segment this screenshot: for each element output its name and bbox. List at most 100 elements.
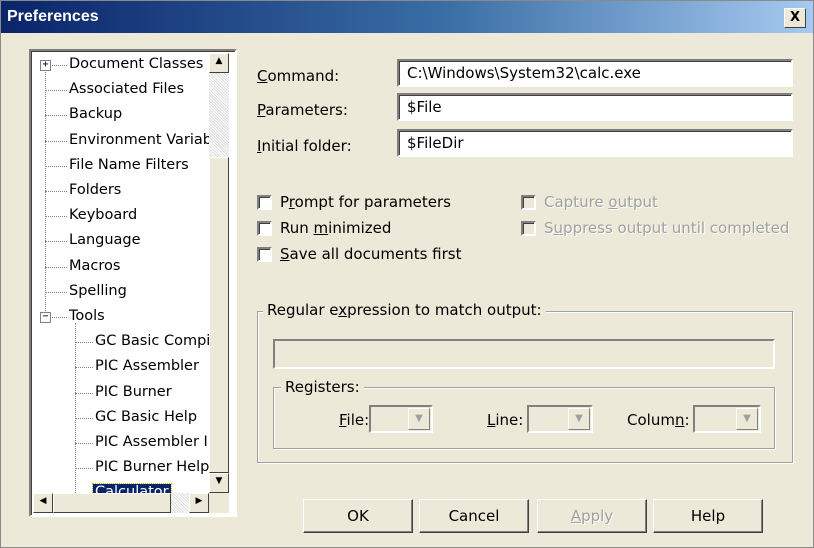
tree-item[interactable]: Environment Variab [67, 129, 214, 153]
window-title: Preferences [7, 8, 99, 25]
command-input[interactable]: C:\Windows\System32\calc.exe [397, 59, 793, 87]
tree-item-label: Macros [69, 257, 121, 274]
tree-item-label: Keyboard [69, 207, 138, 224]
column-register-label: Column: [627, 411, 690, 429]
save-all-documents-checkbox[interactable]: Save all documents first [257, 245, 461, 263]
scroll-left-button[interactable]: ◀ [33, 493, 53, 513]
checkbox-box[interactable] [521, 194, 536, 210]
tree-item[interactable]: Language [67, 229, 143, 253]
tree-item-label: Spelling [69, 282, 127, 299]
tree-connector [45, 291, 67, 293]
tree-connector [45, 115, 67, 117]
tree-connector [45, 241, 67, 243]
apply-button[interactable]: Apply [537, 499, 647, 533]
file-register-label: File: [339, 411, 370, 429]
tree-item-label: Language [69, 232, 141, 249]
tree-connector [45, 67, 46, 319]
collapse-icon[interactable]: − [40, 312, 51, 323]
tree-item-label: Tools [69, 308, 105, 324]
scroll-right-button[interactable]: ▶ [189, 493, 209, 513]
prompt-for-parameters-checkbox[interactable]: Prompt for parameters [257, 193, 451, 211]
tree-connector [75, 468, 93, 470]
tree-connector [75, 417, 93, 419]
suppress-output-checkbox[interactable]: Suppress output until completed [521, 219, 789, 237]
tree-item[interactable]: File Name Filters [67, 154, 191, 178]
file-register-select[interactable]: ▼ [369, 405, 433, 433]
capture-output-checkbox[interactable]: Capture output [521, 193, 658, 211]
tree-item-label: PIC Assembler [95, 358, 199, 375]
checkbox-box[interactable] [521, 220, 536, 236]
cancel-button[interactable]: Cancel [419, 499, 529, 533]
tree-item[interactable]: PIC Burner Help [93, 456, 211, 480]
tree-item[interactable]: Associated Files [67, 78, 186, 102]
tree-connector [45, 140, 67, 142]
tree-connector [45, 266, 67, 268]
tree-connector [45, 165, 67, 167]
chevron-down-icon[interactable]: ▼ [568, 408, 590, 430]
tree-connector [45, 216, 67, 218]
tree-item[interactable]: Spelling [67, 280, 129, 304]
tree-connector [75, 342, 93, 344]
tree-item[interactable]: PIC Burner [93, 381, 174, 405]
horizontal-scroll-track[interactable] [171, 493, 189, 513]
regex-input[interactable] [273, 339, 775, 369]
parameters-input[interactable]: $File [397, 93, 793, 121]
tree-item-label: PIC Burner Help [95, 459, 210, 476]
tree-item-label: Environment Variab [69, 131, 212, 148]
tree-item-label: Associated Files [69, 81, 185, 98]
preferences-dialog: Preferences X Document Classes + Associate… [0, 0, 814, 548]
line-register-label: Line: [487, 411, 524, 429]
expand-icon[interactable]: + [40, 60, 51, 71]
category-tree[interactable]: Document Classes + Associated Files Backup E… [29, 49, 237, 517]
checkbox-label: Save all documents first [280, 245, 462, 263]
help-button[interactable]: Help [653, 499, 763, 533]
tree-item-label: PIC Burner [95, 383, 172, 400]
tree-item-label: GC Basic Compi [95, 333, 211, 350]
tree-item[interactable]: Backup [67, 103, 124, 127]
tree-item-label: Document Classes [69, 56, 204, 72]
tree-item[interactable]: Tools [67, 305, 107, 329]
tree-item[interactable]: PIC Assembler I [93, 431, 210, 455]
horizontal-scroll-thumb[interactable] [53, 493, 171, 513]
checkbox-box[interactable] [257, 194, 272, 210]
tree-item[interactable]: GC Basic Compi [93, 330, 212, 354]
checkbox-label: Prompt for parameters [280, 193, 451, 211]
tree-item[interactable]: PIC Assembler [93, 355, 201, 379]
checkbox-label: Capture output [544, 193, 658, 211]
run-minimized-checkbox[interactable]: Run minimized [257, 219, 391, 237]
chevron-down-icon[interactable]: ▼ [408, 408, 430, 430]
chevron-down-icon[interactable]: ▼ [736, 408, 758, 430]
vertical-scroll-thumb[interactable] [209, 157, 229, 473]
parameters-label: Parameters: [257, 101, 348, 119]
ok-button[interactable]: OK [303, 499, 413, 533]
checkbox-box[interactable] [257, 246, 272, 262]
tree-item[interactable]: GC Basic Help [93, 406, 199, 430]
title-bar[interactable]: Preferences X [1, 1, 813, 33]
tree-item[interactable]: Document Classes [67, 53, 205, 77]
tree-item-label: Backup [69, 106, 123, 123]
initial-folder-label: Initial folder: [257, 137, 352, 155]
checkbox-label: Suppress output until completed [544, 219, 790, 237]
close-button[interactable]: X [784, 8, 806, 28]
checkbox-box[interactable] [257, 220, 272, 236]
column-register-select[interactable]: ▼ [693, 405, 761, 433]
line-register-select[interactable]: ▼ [527, 405, 593, 433]
scroll-up-button[interactable]: ▲ [209, 53, 229, 73]
scroll-down-button[interactable]: ▼ [209, 473, 229, 493]
regex-group-label: Regular expression to match output: [263, 301, 546, 319]
tree-item-label: Folders [69, 182, 122, 198]
tree-item-label: File Name Filters [69, 156, 189, 173]
registers-label: Registers: [281, 378, 364, 396]
initial-folder-input[interactable]: $FileDir [397, 129, 793, 157]
tree-connector [45, 191, 67, 192]
tree-connector [75, 367, 93, 369]
tree-item[interactable]: Keyboard [67, 204, 139, 228]
tree-connector [45, 90, 67, 92]
tree-item-label: GC Basic Help [95, 408, 198, 425]
checkbox-label: Run minimized [280, 219, 392, 237]
tree-item[interactable]: Folders [67, 179, 123, 203]
tree-item[interactable]: Macros [67, 255, 122, 279]
tree-item-label: PIC Assembler I [95, 434, 208, 450]
tree-connector [75, 392, 93, 394]
command-label: Command: [257, 67, 340, 85]
